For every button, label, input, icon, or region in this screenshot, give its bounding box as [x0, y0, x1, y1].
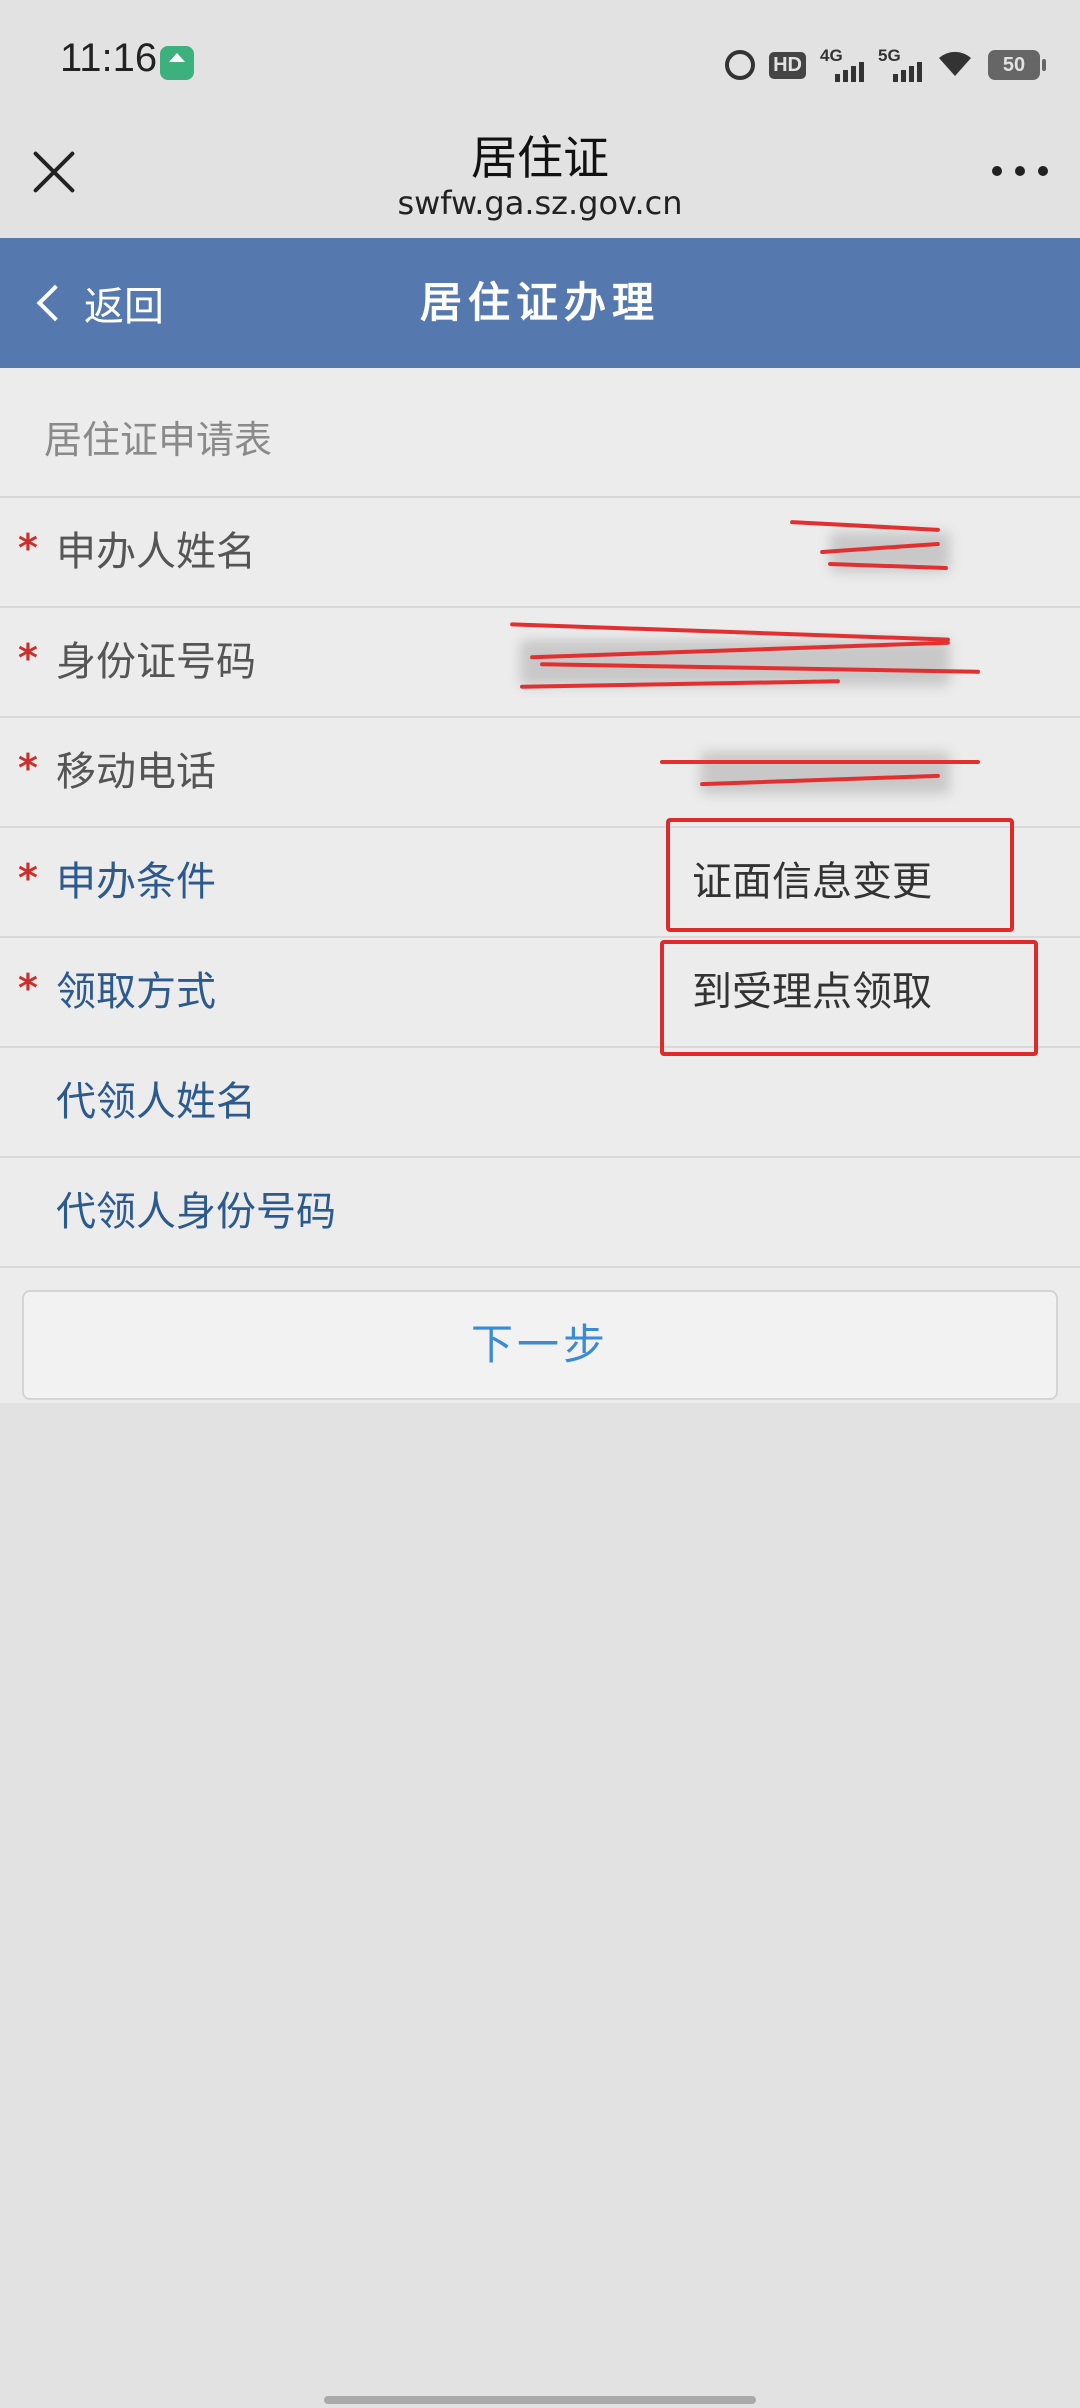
redacted-value: [700, 752, 950, 794]
section-title: 居住证申请表: [0, 368, 1080, 498]
field-proxy-id-number[interactable]: 代领人身份号码: [0, 1158, 1080, 1268]
field-label: 移动电话: [56, 749, 216, 795]
field-label: 申办人姓名: [56, 529, 256, 575]
annotation-box: [666, 818, 1014, 932]
wifi-icon: [936, 48, 974, 82]
alarm-icon: [725, 50, 756, 80]
signal-5g-icon: 5G: [878, 46, 922, 84]
field-applicant-name[interactable]: * 申办人姓名: [0, 498, 1080, 608]
field-pickup-method[interactable]: * 领取方式 到受理点领取: [0, 938, 1080, 1056]
status-time: 11:16: [60, 36, 158, 80]
field-label: 申办条件: [56, 859, 216, 905]
required-marker: *: [18, 526, 38, 570]
more-options-icon[interactable]: [992, 166, 1048, 180]
required-marker: *: [18, 966, 38, 1010]
header-title: 居住证办理: [419, 278, 660, 327]
field-label: 身份证号码: [56, 639, 256, 685]
page-title: 居住证: [471, 131, 609, 185]
next-button-container: 下一步: [0, 1268, 1080, 1403]
field-id-number[interactable]: * 身份证号码: [0, 608, 1080, 718]
hd-icon: HD: [769, 51, 806, 79]
field-label: 领取方式: [56, 969, 216, 1015]
field-proxy-name[interactable]: 代领人姓名: [0, 1048, 1080, 1158]
battery-icon: 50: [988, 50, 1046, 80]
field-application-condition[interactable]: * 申办条件 证面信息变更: [0, 818, 1080, 938]
required-marker: *: [18, 636, 38, 680]
field-mobile-phone[interactable]: * 移动电话: [0, 718, 1080, 828]
status-bar: 11:16 HD 4G 5G 50: [0, 0, 1080, 125]
status-icons: HD 4G 5G 50: [725, 40, 1046, 90]
required-marker: *: [18, 746, 38, 790]
annotation-box: [660, 940, 1038, 1056]
application-form: 居住证申请表 * 申办人姓名 * 身份证号码 * 移动电话 * 申办条件 证面信…: [0, 368, 1080, 1403]
field-label: 代领人身份号码: [56, 1189, 336, 1235]
app-header: 返回 居住证办理: [0, 238, 1080, 368]
required-marker: *: [18, 856, 38, 900]
home-indicator[interactable]: [324, 2396, 756, 2404]
signal-4g-icon: 4G: [820, 46, 864, 84]
page-url: swfw.ga.sz.gov.cn: [397, 184, 683, 222]
next-step-button[interactable]: 下一步: [22, 1290, 1058, 1400]
field-label: 代领人姓名: [56, 1079, 256, 1125]
app-notification-icon: [160, 46, 194, 80]
